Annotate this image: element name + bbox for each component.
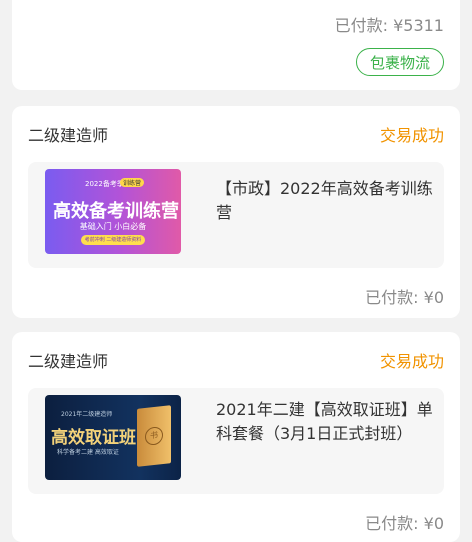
order-status: 交易成功 [379, 126, 444, 145]
paid-amount: 已付款: ¥0 [365, 514, 444, 533]
thumbnail-subtitle: 科学备考二建 高效取证 [57, 449, 119, 456]
store-name[interactable]: 二级建造师 [28, 122, 108, 146]
store-name[interactable]: 二级建造师 [28, 348, 108, 372]
thumbnail-subtitle: 基础入门 小白必备 [79, 222, 147, 231]
thumbnail-pill: 考前冲刺 二级建造师资料 [81, 235, 145, 245]
order-card-top: 已付款: ¥5311 包裹物流 [12, 0, 460, 90]
logistics-button[interactable]: 包裹物流 [356, 48, 444, 76]
thumbnail-year: 2021年二级建造师 [61, 411, 113, 418]
goods-item[interactable]: 2021年二级建造师 高效取证班 科学备考二建 高效取证 书 2021年二建【高… [28, 388, 444, 494]
product-title[interactable]: 2021年二建【高效取证班】单科套餐（3月1日正式封班） [216, 398, 436, 446]
product-thumbnail[interactable]: 2022备考季 训练营 高效备考训练营 基础入门 小白必备 考前冲刺 二级建造师… [45, 169, 181, 254]
goods-item[interactable]: 2022备考季 训练营 高效备考训练营 基础入门 小白必备 考前冲刺 二级建造师… [28, 162, 444, 268]
product-title[interactable]: 【市政】2022年高效备考训练营 [216, 177, 436, 225]
book-icon: 书 [137, 405, 171, 467]
book-mark: 书 [145, 426, 163, 446]
thumbnail-badge: 训练营 [120, 178, 145, 187]
order-card[interactable]: 二级建造师 交易成功 2021年二级建造师 高效取证班 科学备考二建 高效取证 … [12, 332, 460, 542]
order-status: 交易成功 [379, 352, 444, 371]
thumbnail-title: 高效备考训练营 [53, 201, 179, 222]
paid-amount: 已付款: ¥0 [365, 288, 444, 307]
thumbnail-year: 2022备考季 [85, 180, 124, 188]
product-thumbnail[interactable]: 2021年二级建造师 高效取证班 科学备考二建 高效取证 书 [45, 395, 181, 480]
thumbnail-title: 高效取证班 [51, 428, 136, 448]
order-card[interactable]: 二级建造师 交易成功 2022备考季 训练营 高效备考训练营 基础入门 小白必备… [12, 106, 460, 318]
paid-amount: 已付款: ¥5311 [334, 16, 444, 35]
